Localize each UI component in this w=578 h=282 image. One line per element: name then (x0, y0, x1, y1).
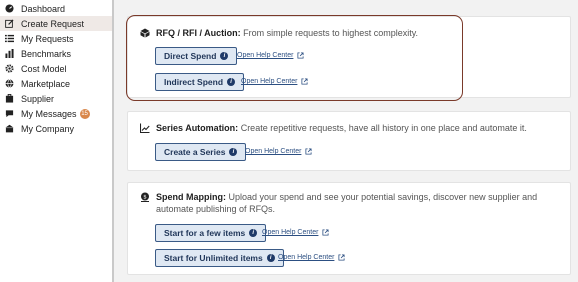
info-icon: i (220, 52, 229, 60)
cube-icon (139, 27, 151, 39)
globe-icon (4, 79, 14, 89)
trend-icon (139, 122, 151, 134)
spend-card-title: Spend Mapping: (156, 192, 226, 202)
create-series-label: Create a Series (164, 147, 226, 157)
sidebar-item-label: Supplier (21, 93, 55, 104)
series-help-link[interactable]: Open Help Center (245, 148, 312, 155)
rfq-card-header: RFQ / RFI / Auction: From simple request… (139, 27, 559, 39)
sidebar-item-supplier[interactable]: Supplier (0, 91, 112, 106)
rfq-card: RFQ / RFI / Auction: From simple request… (127, 16, 571, 98)
external-link-icon (301, 78, 308, 85)
svg-text:$: $ (143, 194, 147, 200)
sidebar-item-label: My Company (21, 123, 75, 134)
info-icon: i (227, 78, 236, 86)
sidebar-item-label: Create Request (21, 18, 85, 29)
help-link-label: Open Help Center (262, 229, 319, 236)
info-icon: i (229, 148, 238, 156)
bar-chart-icon (4, 49, 14, 59)
main-content: RFQ / RFI / Auction: From simple request… (114, 0, 578, 282)
dashboard-icon (4, 4, 14, 14)
spend-card-header: $ Spend Mapping: Upload your spend and s… (139, 191, 539, 215)
sidebar-item-label: Marketplace (21, 78, 71, 89)
edit-icon (4, 19, 14, 29)
sidebar-item-benchmarks[interactable]: Benchmarks (0, 46, 112, 61)
unlimited-items-help-link[interactable]: Open Help Center (278, 254, 345, 261)
sidebar-item-create-request[interactable]: Create Request (0, 16, 112, 31)
sidebar-item-label: Cost Model (21, 63, 67, 74)
help-link-label: Open Help Center (245, 148, 302, 155)
series-card-title: Series Automation: (156, 123, 239, 133)
rfq-card-title: RFQ / RFI / Auction: (156, 28, 241, 38)
spend-mapping-card: $ Spend Mapping: Upload your spend and s… (127, 182, 571, 275)
indirect-spend-button[interactable]: Indirect Spend i (155, 73, 245, 91)
chat-icon (4, 109, 14, 119)
sidebar-item-my-requests[interactable]: My Requests (0, 31, 112, 46)
money-icon: $ (139, 191, 151, 203)
start-unlimited-items-label: Start for Unlimited items (164, 253, 263, 263)
indirect-spend-label: Indirect Spend (164, 77, 224, 87)
help-link-label: Open Help Center (241, 78, 298, 85)
sidebar-item-my-company[interactable]: My Company (0, 121, 112, 136)
create-series-button[interactable]: Create a Series i (155, 143, 247, 161)
unread-badge: 15 (79, 108, 90, 119)
few-items-help-link[interactable]: Open Help Center (262, 229, 329, 236)
start-few-items-button[interactable]: Start for a few items i (155, 224, 267, 242)
external-link-icon (297, 52, 304, 59)
supplier-icon (4, 94, 14, 104)
sidebar-item-cost-model[interactable]: Cost Model (0, 61, 112, 76)
direct-spend-button[interactable]: Direct Spend i (155, 47, 238, 65)
help-link-label: Open Help Center (278, 254, 335, 261)
series-card-header: Series Automation: Create repetitive req… (139, 122, 559, 134)
direct-spend-label: Direct Spend (164, 51, 217, 61)
start-unlimited-items-button[interactable]: Start for Unlimited items i (155, 249, 284, 267)
list-icon (4, 34, 14, 44)
external-link-icon (322, 229, 329, 236)
sidebar-item-label: My Requests (21, 33, 74, 44)
company-icon (4, 124, 14, 134)
start-few-items-label: Start for a few items (164, 228, 246, 238)
sidebar-item-marketplace[interactable]: Marketplace (0, 76, 112, 91)
rfq-card-description: From simple requests to highest complexi… (240, 28, 419, 38)
info-icon: i (249, 229, 258, 237)
gear-icon (4, 64, 14, 74)
direct-spend-help-link[interactable]: Open Help Center (237, 52, 304, 59)
info-icon: i (266, 254, 275, 262)
sidebar-item-dashboard[interactable]: Dashboard (0, 1, 112, 16)
external-link-icon (338, 254, 345, 261)
sidebar: Dashboard Create Request My Requests Ben… (0, 0, 112, 282)
sidebar-item-label: Dashboard (21, 3, 66, 14)
sidebar-item-label: Benchmarks (21, 48, 72, 59)
external-link-icon (305, 148, 312, 155)
series-card: Series Automation: Create repetitive req… (127, 111, 571, 171)
indirect-spend-help-link[interactable]: Open Help Center (241, 78, 308, 85)
help-link-label: Open Help Center (237, 52, 294, 59)
sidebar-item-label: My Messages (21, 108, 77, 119)
sidebar-item-my-messages[interactable]: My Messages 15 (0, 106, 112, 121)
series-card-description: Create repetitive requests, have all his… (238, 123, 527, 133)
